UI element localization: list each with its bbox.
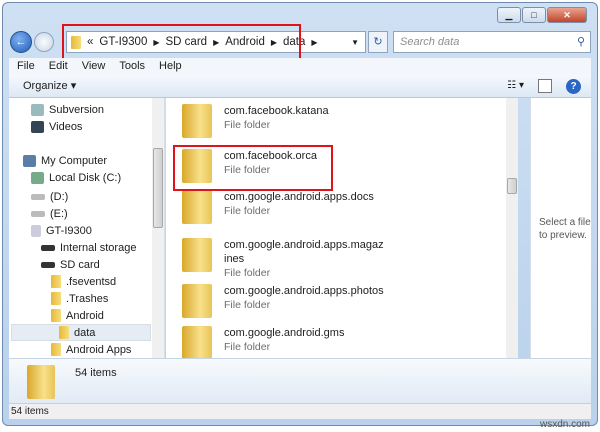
maximize-button[interactable]: □ (522, 7, 546, 23)
file-list: com.facebook.katana File folder com.faceb… (166, 98, 518, 358)
scroll-thumb[interactable] (507, 178, 517, 194)
folder-icon (27, 365, 55, 399)
menu-help[interactable]: Help (159, 58, 182, 75)
nav-android-apps[interactable]: Android Apps (51, 341, 131, 358)
nav-label: Videos (49, 120, 83, 133)
close-button[interactable]: ✕ (547, 7, 587, 23)
folder-icon (59, 326, 69, 339)
folder-icon (182, 326, 212, 358)
drive-icon (31, 193, 45, 200)
folder-icon (182, 104, 212, 138)
view-options-icon[interactable]: ☷ ▾ (507, 78, 524, 94)
folder-icon (182, 238, 212, 272)
folder-icon (51, 343, 61, 356)
folder-icon (51, 275, 61, 288)
help-icon[interactable]: ? (566, 78, 581, 94)
search-placeholder: Search data (400, 36, 460, 48)
nav-trashes[interactable]: .Trashes (51, 290, 108, 307)
nav-label: (D:) (50, 190, 69, 203)
nav-android[interactable]: Android (51, 307, 104, 324)
nav-label: My Computer (41, 154, 108, 167)
nav-label: .Trashes (66, 292, 109, 305)
scroll-thumb[interactable] (153, 148, 163, 228)
nav-label: data (74, 326, 96, 339)
toolbar: Organize ▾ ☷ ▾ ? (9, 75, 591, 98)
storage-icon (41, 244, 55, 251)
folder-icon (51, 309, 61, 322)
nav-scrollbar[interactable] (152, 98, 164, 358)
phone-icon (31, 224, 41, 237)
folder-icon (182, 284, 212, 318)
file-item[interactable]: com.google.android.gms File folder (182, 326, 404, 358)
nav-label: .fseventsd (66, 275, 117, 288)
disk-icon (31, 171, 44, 184)
highlight-box-orca (173, 145, 333, 191)
file-name: com.google.android.gms (224, 327, 345, 339)
file-name: com.google.android.apps.docs (224, 191, 374, 203)
menu-view[interactable]: View (82, 58, 106, 75)
refresh-button[interactable]: ↻ (368, 31, 388, 53)
library-icon (31, 103, 44, 116)
file-list-scrollbar[interactable] (506, 98, 518, 358)
navigation-pane: Subversion Videos My Computer Local Disk… (9, 98, 165, 358)
details-item-count: 54 items (75, 367, 117, 379)
minimize-button[interactable]: ▁ (497, 7, 521, 23)
back-button[interactable]: ← (10, 31, 32, 53)
chevron-right-icon[interactable]: ▶ (311, 38, 317, 47)
preview-pane: Select a file to preview. (530, 98, 591, 358)
nav-label: Local Disk (C:) (49, 171, 122, 184)
file-name: com.google.android.apps.magazines (224, 239, 384, 265)
video-icon (31, 120, 44, 133)
organize-button[interactable]: Organize ▾ (23, 80, 76, 92)
nav-label: (E:) (50, 207, 68, 220)
file-type: File folder (224, 341, 271, 353)
file-item[interactable]: com.facebook.katana File folder (182, 104, 404, 138)
forward-button[interactable] (34, 32, 54, 52)
highlight-box-address (62, 24, 301, 62)
nav-internal-storage[interactable]: Internal storage (41, 239, 136, 256)
status-bar: 54 items (9, 403, 591, 419)
nav-subversion[interactable]: Subversion (31, 101, 104, 118)
nav-fseventsd[interactable]: .fseventsd (51, 273, 116, 290)
search-icon[interactable]: ⚲ (577, 32, 585, 52)
menu-tools[interactable]: Tools (119, 58, 145, 75)
address-dropdown-icon[interactable]: ▼ (351, 38, 359, 47)
file-type: File folder (224, 299, 271, 311)
file-type: File folder (224, 119, 271, 131)
nav-sd-card[interactable]: SD card (41, 256, 100, 273)
preview-pane-icon[interactable] (538, 79, 552, 93)
nav-local-disk-c[interactable]: Local Disk (C:) (31, 169, 121, 186)
window-controls: ▁ □ ✕ (497, 7, 587, 23)
file-item[interactable]: com.google.android.apps.photos File folde… (182, 284, 404, 318)
menu-file[interactable]: File (17, 58, 35, 75)
file-type: File folder (224, 267, 271, 279)
nav-gt-i9300[interactable]: GT-I9300 (31, 222, 92, 239)
nav-drive-e[interactable]: (E:) (31, 205, 68, 222)
drive-icon (31, 210, 45, 217)
menu-bar: File Edit View Tools Help (9, 58, 591, 75)
search-input[interactable]: Search data ⚲ (393, 31, 591, 53)
nav-videos[interactable]: Videos (31, 118, 82, 135)
watermark: wsxdn.com (539, 419, 590, 430)
file-item[interactable]: com.google.android.apps.magazines File fo… (182, 238, 384, 280)
file-item[interactable]: com.google.android.apps.docs File folder (182, 190, 404, 224)
folder-icon (182, 190, 212, 224)
nav-label: Android (66, 309, 104, 322)
menu-edit[interactable]: Edit (49, 58, 68, 75)
nav-label: Subversion (49, 103, 105, 116)
file-type: File folder (224, 205, 271, 217)
file-name: com.google.android.apps.photos (224, 285, 384, 297)
nav-label: Android Apps (66, 343, 132, 356)
nav-label: SD card (60, 258, 100, 271)
folder-icon (51, 292, 61, 305)
file-name: com.facebook.katana (224, 105, 329, 117)
nav-my-computer[interactable]: My Computer (23, 152, 107, 169)
details-pane: 54 items (9, 358, 591, 403)
nav-drive-d[interactable]: (D:) (31, 188, 68, 205)
nav-data[interactable]: data (11, 324, 151, 341)
storage-icon (41, 261, 55, 268)
computer-icon (23, 154, 36, 167)
nav-label: GT-I9300 (46, 224, 92, 237)
nav-label: Internal storage (60, 241, 137, 254)
